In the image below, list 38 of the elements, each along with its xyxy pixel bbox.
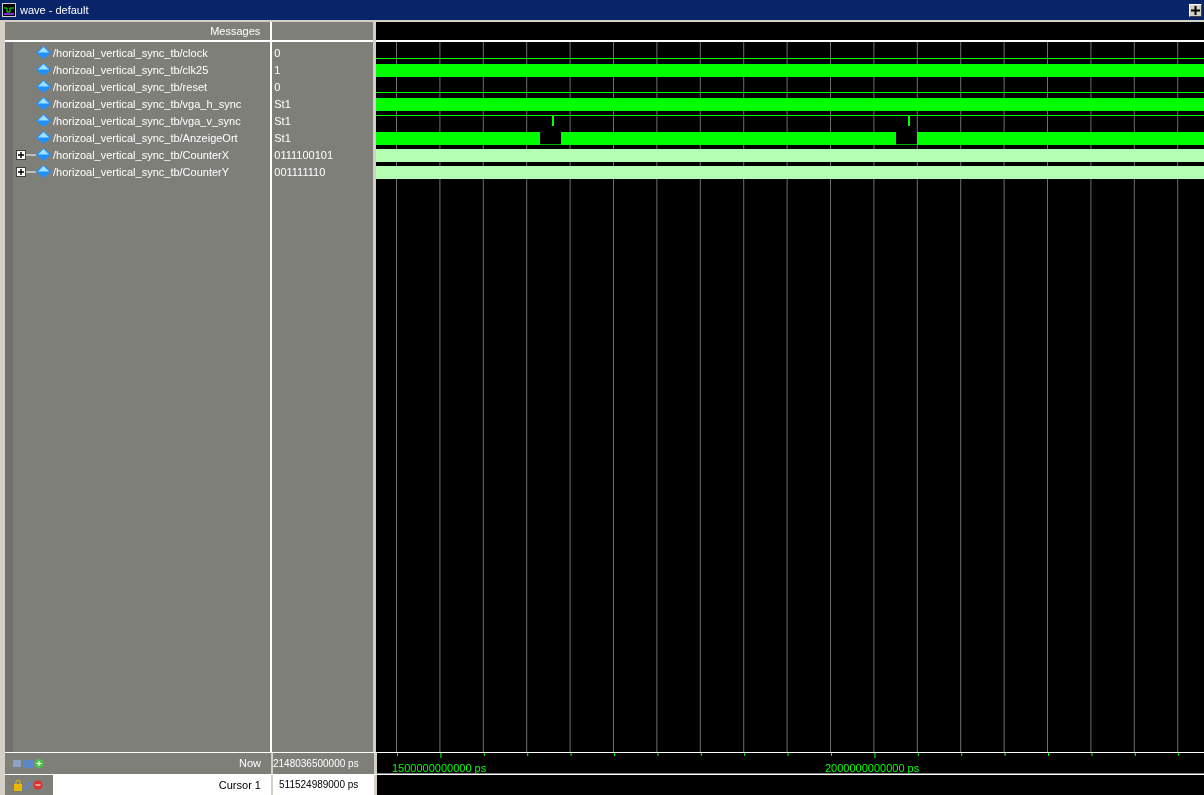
cursor-tool-icons[interactable] (13, 778, 43, 791)
now-label: Now (239, 757, 262, 770)
time-tick-label: 2000000000000 ps (825, 762, 920, 774)
column-header: Messages (5, 22, 271, 42)
signal-name[interactable]: /horizoal_vertical_sync_tb/clk25 (53, 63, 209, 76)
signal-icon (36, 148, 51, 161)
signal-icon (36, 97, 51, 110)
signal-icon (36, 63, 51, 76)
signal-value: 0 (274, 46, 281, 59)
now-value: 2148036500000 ps (273, 757, 359, 769)
signal-icon (36, 131, 51, 144)
signal-value: St1 (274, 131, 291, 144)
signal-name[interactable]: /horizoal_vertical_sync_tb/clock (53, 46, 208, 59)
signal-icon (36, 114, 51, 127)
expand-icon[interactable] (16, 149, 36, 160)
signal-value: 1 (274, 63, 281, 76)
signal-icon (36, 165, 51, 178)
signal-name[interactable]: /horizoal_vertical_sync_tb/reset (53, 80, 208, 93)
cursor-value: 511524989000 ps (279, 779, 359, 791)
signal-value: St1 (274, 114, 291, 127)
signal-value: 0 (274, 80, 281, 93)
signal-name[interactable]: /horizoal_vertical_sync_tb/CounterY (53, 165, 230, 178)
window-title: wave - default (20, 4, 90, 16)
signal-name[interactable]: /horizoal_vertical_sync_tb/vga_h_sync (53, 97, 242, 110)
wave-window-icon (2, 3, 16, 17)
toolbar-icons[interactable] (13, 757, 45, 769)
add-icon[interactable] (1189, 3, 1202, 17)
signal-name[interactable]: /horizoal_vertical_sync_tb/CounterX (53, 148, 230, 161)
time-tick-label: 1500000000000 ps (392, 762, 487, 774)
signal-icon (36, 46, 51, 59)
signal-value: 0111100101 (274, 148, 333, 161)
cursor-label: Cursor 1 (218, 778, 262, 791)
signal-value: 001111110 (274, 165, 326, 178)
signal-name[interactable]: /horizoal_vertical_sync_tb/AnzeigeOrt (53, 131, 238, 144)
signal-name[interactable]: /horizoal_vertical_sync_tb/vga_v_sync (53, 114, 241, 127)
expand-icon[interactable] (16, 166, 36, 177)
signal-value: St1 (274, 97, 291, 110)
signal-icon (36, 80, 51, 93)
